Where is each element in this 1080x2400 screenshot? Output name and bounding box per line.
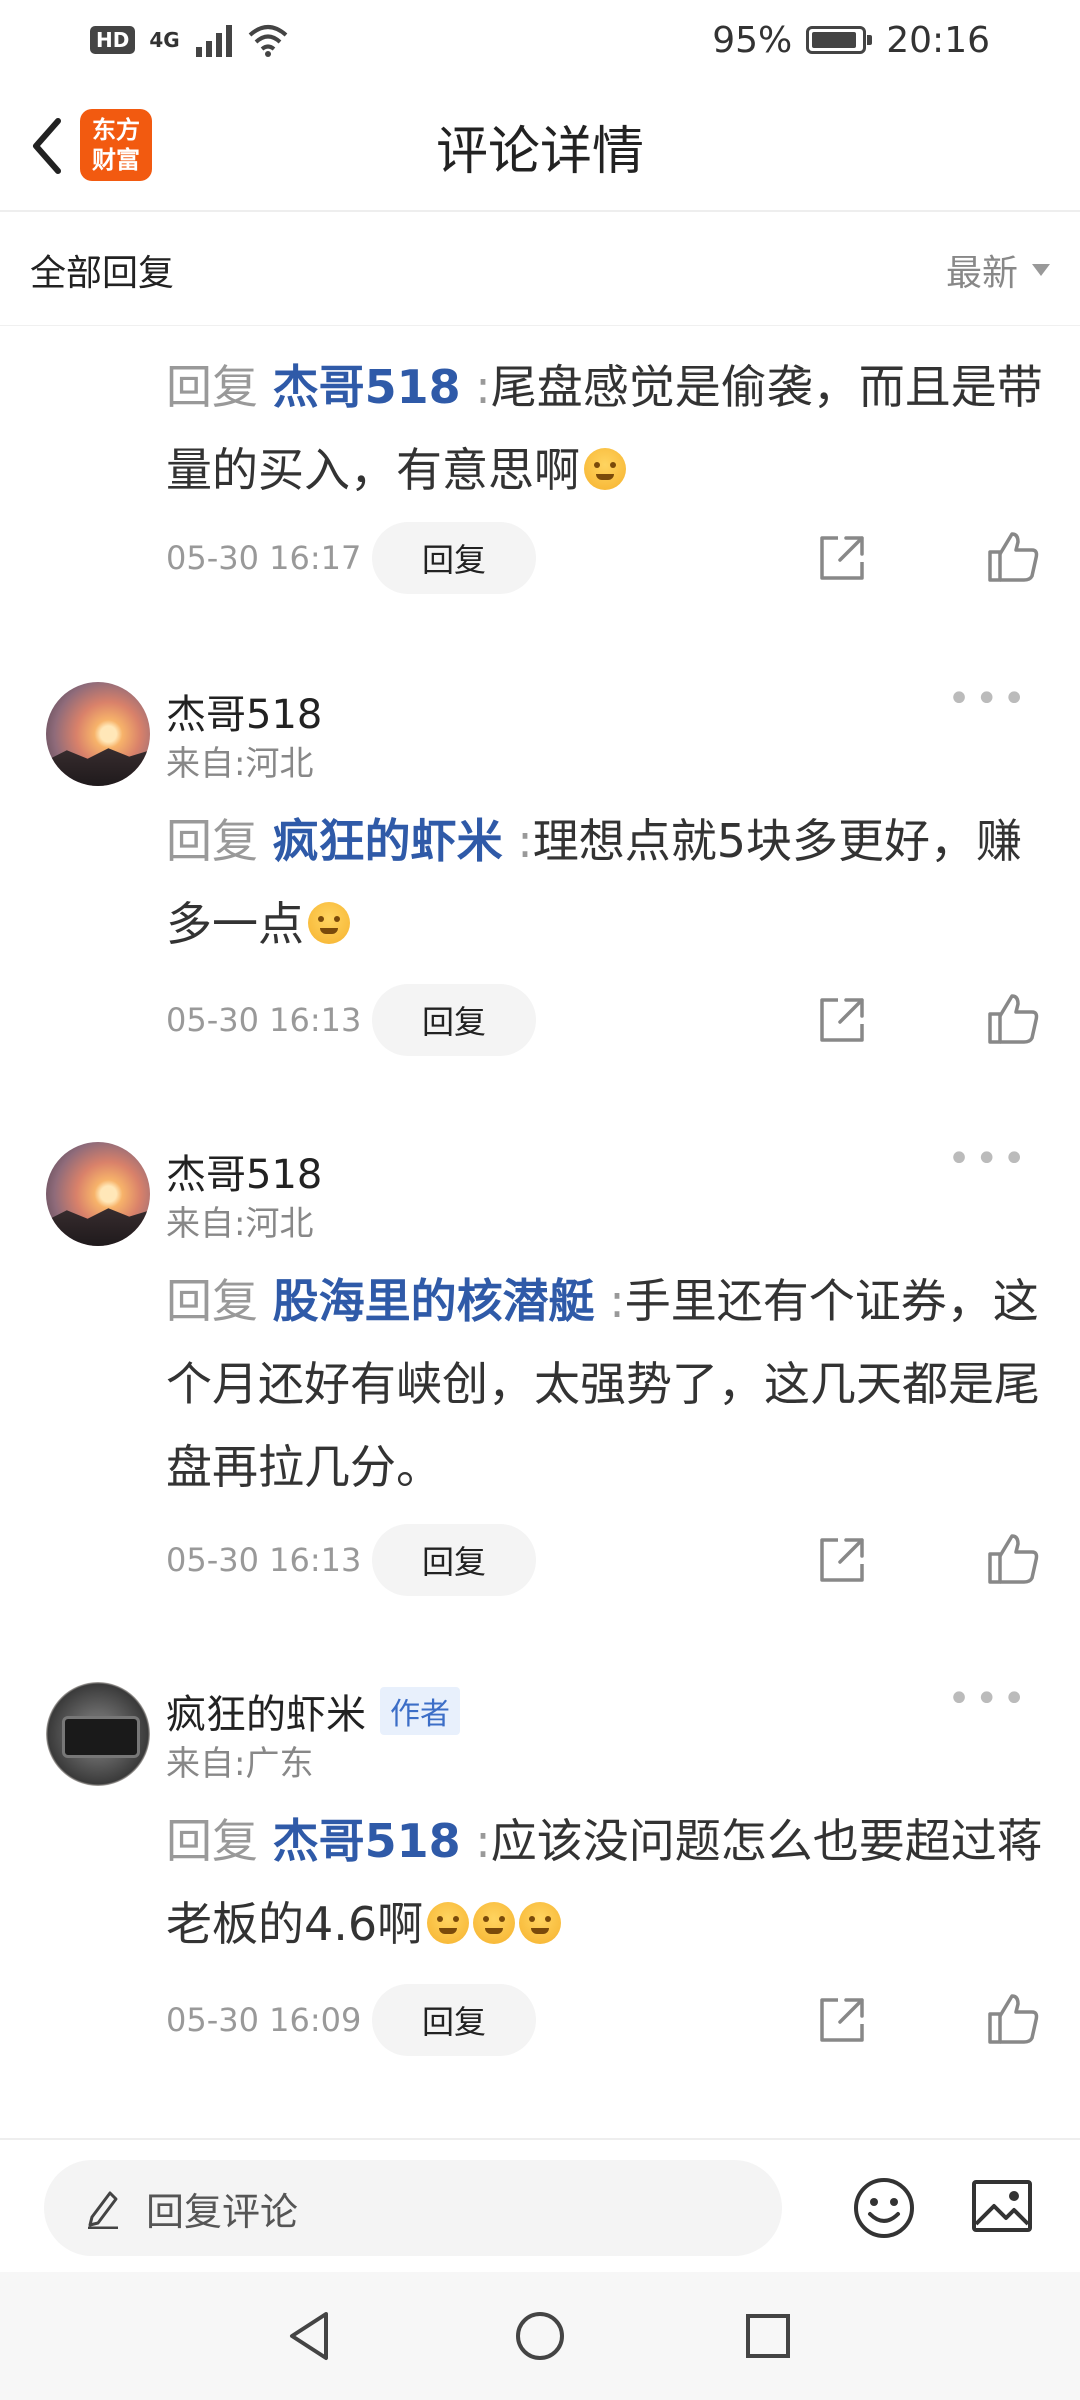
share-icon[interactable] [816,1994,868,2046]
username[interactable]: 杰哥518 [166,1142,322,1200]
avatar[interactable] [46,682,150,786]
reply-prefix: 回复 [166,360,258,414]
comment-body: 回复 杰哥518 :应该没问题怎么也要超过蒋老板的4.6啊 [166,1800,1046,1966]
timestamp: 05-30 16:13 [166,1541,362,1579]
status-bar: HD 4G 95% 20:16 [0,0,1080,80]
comment-meta: 05-30 16:17 回复 [166,522,1040,594]
separator: : [475,1814,491,1868]
thinking-emoji-icon [584,448,626,490]
comment-meta: 05-30 16:13 回复 [166,984,1040,1056]
nav-recents-icon[interactable] [738,2306,798,2366]
replies-toolbar: 全部回复 最新 [0,214,1080,326]
thumbs-up-icon[interactable] [986,1532,1040,1586]
grin-emoji-icon [308,902,350,944]
comment-meta: 05-30 16:13 回复 [166,1524,1040,1596]
clock: 20:16 [886,19,990,61]
battery-percent: 95% [712,19,793,61]
chevron-left-icon [33,118,61,174]
separator: : [609,1274,625,1328]
timestamp: 05-30 16:17 [166,539,362,577]
thinking-emoji-icon [473,1902,516,1944]
logo-line1: 东方 [92,116,140,144]
hd-indicator: HD [90,26,136,54]
username-text: 疯狂的虾米 [166,1692,366,1738]
more-dots-icon[interactable]: ••• [947,1136,1030,1182]
thumbs-up-icon[interactable] [986,1992,1040,2046]
comment-body: 回复 疯狂的虾米 :理想点就5块多更好，赚多一点 [166,800,1046,966]
more-dots-icon[interactable]: ••• [947,676,1030,722]
mention-link[interactable]: 股海里的核潜艇 [273,1274,595,1328]
share-icon[interactable] [816,994,868,1046]
mention-link[interactable]: 疯狂的虾米 [273,814,503,868]
comment-list[interactable]: 回复 杰哥518 :尾盘感觉是偷袭，而且是带量的买入，有意思啊 05-30 16… [0,326,1080,2136]
reply-input[interactable]: 回复评论 [44,2160,782,2256]
reply-button[interactable]: 回复 [372,1984,536,2056]
thumbs-up-icon[interactable] [986,992,1040,1046]
reply-prefix: 回复 [166,1274,258,1328]
comment-body: 回复 杰哥518 :尾盘感觉是偷袭，而且是带量的买入，有意思啊 [166,346,1046,512]
reply-button[interactable]: 回复 [372,522,536,594]
comment-meta: 05-30 16:09 回复 [166,1984,1040,2056]
comment-item: 疯狂的虾米 作者 来自:广东 ••• 回复 杰哥518 :应该没问题怎么也要超过… [0,1676,1080,2132]
smiley-icon[interactable] [852,2176,916,2240]
app-header: 东方 财富 评论详情 [0,80,1080,212]
nav-home-icon[interactable] [510,2306,570,2366]
wifi-icon [248,25,288,57]
image-icon[interactable] [970,2176,1034,2236]
page-title: 评论详情 [435,121,644,182]
mention-link[interactable]: 杰哥518 [273,1814,461,1868]
timestamp: 05-30 16:13 [166,1001,362,1039]
separator: : [475,360,491,414]
battery-icon [806,26,873,54]
author-badge: 作者 [380,1687,460,1735]
thinking-emoji-icon [427,1902,470,1944]
reply-input-placeholder: 回复评论 [146,2189,299,2234]
back-button[interactable] [22,116,72,176]
avatar[interactable] [46,1142,150,1246]
caret-down-icon [1032,263,1050,276]
location: 来自:河北 [166,1204,314,1244]
avatar[interactable] [46,1682,150,1786]
logo-line2: 财富 [92,146,140,174]
comment-item: 杰哥518 来自:河北 ••• 回复 股海里的核潜艇 :手里还有个证券，这个月还… [0,1136,1080,1672]
username-text: 杰哥518 [166,1152,323,1198]
system-nav-bar [0,2272,1080,2400]
comment-body: 回复 股海里的核潜艇 :手里还有个证券，这个月还好有峡创，太强势了，这几天都是尾… [166,1260,1046,1509]
mention-link[interactable]: 杰哥518 [273,360,461,414]
reply-button[interactable]: 回复 [372,984,536,1056]
location: 来自:广东 [166,1744,314,1784]
reply-button[interactable]: 回复 [372,1524,536,1596]
thumbs-up-icon[interactable] [986,530,1040,584]
reply-prefix: 回复 [166,814,258,868]
reply-input-bar: 回复评论 [0,2138,1080,2272]
username[interactable]: 疯狂的虾米 作者 [166,1682,460,1740]
sort-dropdown[interactable]: 最新 [946,244,1050,296]
network-indicator: 4G [149,28,180,52]
comment-item: 杰哥518 来自:河北 ••• 回复 疯狂的虾米 :理想点就5块多更好，赚多一点… [0,676,1080,1132]
pencil-icon [88,2191,118,2229]
nav-back-icon[interactable] [280,2306,340,2366]
location: 来自:河北 [166,744,314,784]
thinking-emoji-icon [519,1902,562,1944]
separator: : [517,814,533,868]
timestamp: 05-30 16:09 [166,2001,362,2039]
signal-icon [195,25,232,57]
share-icon[interactable] [816,1534,868,1586]
all-replies-label: 全部回复 [30,252,175,294]
app-logo[interactable]: 东方 财富 [80,109,152,181]
sort-label: 最新 [945,252,1018,294]
username[interactable]: 杰哥518 [166,682,322,740]
reply-prefix: 回复 [166,1814,258,1868]
username-text: 杰哥518 [166,692,323,738]
more-dots-icon[interactable]: ••• [947,1676,1030,1722]
share-icon[interactable] [816,532,868,584]
